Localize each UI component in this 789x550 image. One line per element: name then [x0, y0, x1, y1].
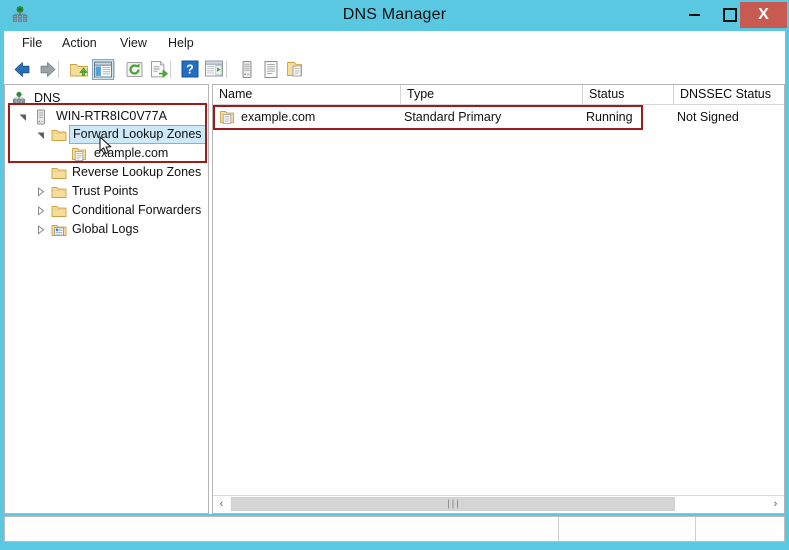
menu-bar: File Action View Help — [4, 31, 785, 56]
tree-node-label: Reverse Lookup Zones — [72, 165, 202, 179]
tree-node-trust-points[interactable]: Trust Points — [5, 182, 208, 201]
toolbar-separator — [114, 61, 115, 78]
properties-icon[interactable] — [260, 59, 282, 80]
tree-node-reverse-lookup-zones[interactable]: Reverse Lookup Zones — [5, 163, 208, 182]
scroll-right-button[interactable]: › — [767, 496, 784, 512]
status-bar — [4, 516, 785, 542]
tree-node-conditional-forwarders[interactable]: Conditional Forwarders — [5, 201, 208, 220]
help-icon[interactable]: ? — [180, 59, 202, 80]
scrollbar-track[interactable]: ∣∣∣ — [230, 496, 767, 512]
new-server-icon[interactable] — [236, 59, 258, 80]
cell-type: Standard Primary — [404, 110, 502, 124]
expander-open-icon[interactable] — [35, 125, 47, 144]
list-view-header: Name Type Status DNSSEC Status — [213, 85, 784, 105]
server-icon — [33, 109, 49, 125]
toolbar-separator — [226, 61, 227, 78]
forward-icon[interactable] — [36, 59, 58, 80]
tree-node-label: DNS — [34, 91, 61, 105]
close-button[interactable]: X — [740, 2, 787, 28]
column-header-name[interactable]: Name — [213, 85, 401, 104]
export-list-icon[interactable] — [148, 59, 170, 80]
dns-manager-window: DNS Manager X File Action View Help ? DN… — [0, 0, 789, 550]
toolbar: ? — [4, 55, 785, 85]
expander-closed-icon[interactable] — [35, 182, 47, 201]
tree-node-server[interactable]: WIN-RTR8IC0V77A — [5, 107, 208, 126]
zone-icon — [219, 109, 235, 125]
table-row[interactable]: example.com Standard Primary Running Not… — [213, 106, 784, 128]
tree-node-global-logs[interactable]: Global Logs — [5, 220, 208, 239]
tree-node-label: example.com — [94, 146, 169, 160]
tree-node-example-com[interactable]: example.com — [5, 144, 208, 163]
status-panel-main — [5, 517, 564, 541]
cell-dnssec-status: Not Signed — [677, 110, 739, 124]
tree-node-label: WIN-RTR8IC0V77A — [56, 109, 167, 123]
folder-icon — [51, 127, 67, 143]
global-logs-icon — [51, 222, 67, 238]
dns-root-icon — [11, 91, 27, 107]
folder-icon — [51, 203, 67, 219]
show-hide-action-pane-icon[interactable] — [204, 59, 226, 80]
toolbar-separator — [58, 61, 59, 78]
scroll-left-button[interactable]: ‹ — [213, 496, 230, 512]
toolbar-separator — [170, 61, 171, 78]
zone-icon — [71, 146, 87, 162]
minimize-icon — [676, 2, 712, 28]
menu-action[interactable]: Action — [56, 34, 103, 52]
back-icon[interactable] — [12, 59, 34, 80]
window-title: DNS Manager — [342, 6, 447, 23]
svg-text:?: ? — [186, 63, 194, 77]
expander-open-icon[interactable] — [17, 107, 29, 126]
status-panel-two — [559, 517, 701, 541]
column-header-type[interactable]: Type — [401, 85, 583, 104]
up-one-level-icon[interactable] — [68, 59, 90, 80]
tree-node-label: Trust Points — [72, 184, 139, 198]
minimize-button[interactable] — [676, 2, 712, 28]
tree-node-dns[interactable]: DNS — [5, 89, 208, 108]
copy-icon[interactable] — [284, 59, 306, 80]
tree-node-label: Forward Lookup Zones — [69, 125, 206, 144]
refresh-icon[interactable] — [124, 59, 146, 80]
show-hide-console-tree-icon[interactable] — [92, 59, 114, 80]
content-area: DNS WIN-RTR8IC0V77A Forward Lookup Zones… — [4, 84, 785, 514]
folder-icon — [51, 184, 67, 200]
tree-node-label: Global Logs — [72, 222, 139, 236]
scrollbar-grip-icon: ∣∣∣ — [446, 498, 460, 509]
column-header-dnssec-status[interactable]: DNSSEC Status — [674, 85, 784, 104]
zones-list-pane[interactable]: Name Type Status DNSSEC Status example.c… — [212, 84, 785, 514]
menu-help[interactable]: Help — [162, 34, 200, 52]
console-tree-pane[interactable]: DNS WIN-RTR8IC0V77A Forward Lookup Zones… — [4, 84, 209, 514]
menu-view[interactable]: View — [114, 34, 153, 52]
menu-file[interactable]: File — [16, 34, 48, 52]
tree-node-label: Conditional Forwarders — [72, 203, 202, 217]
cell-status: Running — [586, 110, 633, 124]
cell-name: example.com — [241, 110, 316, 124]
scrollbar-thumb[interactable]: ∣∣∣ — [231, 497, 675, 511]
title-bar: DNS Manager X — [0, 0, 789, 31]
expander-closed-icon[interactable] — [35, 201, 47, 220]
expander-closed-icon[interactable] — [35, 220, 47, 239]
horizontal-scrollbar[interactable]: ‹ ∣∣∣ › — [213, 495, 784, 513]
close-icon: X — [758, 6, 769, 23]
status-panel-three — [696, 517, 789, 541]
column-header-status[interactable]: Status — [583, 85, 674, 104]
tree-node-forward-lookup-zones[interactable]: Forward Lookup Zones — [5, 125, 208, 144]
folder-icon — [51, 165, 67, 181]
